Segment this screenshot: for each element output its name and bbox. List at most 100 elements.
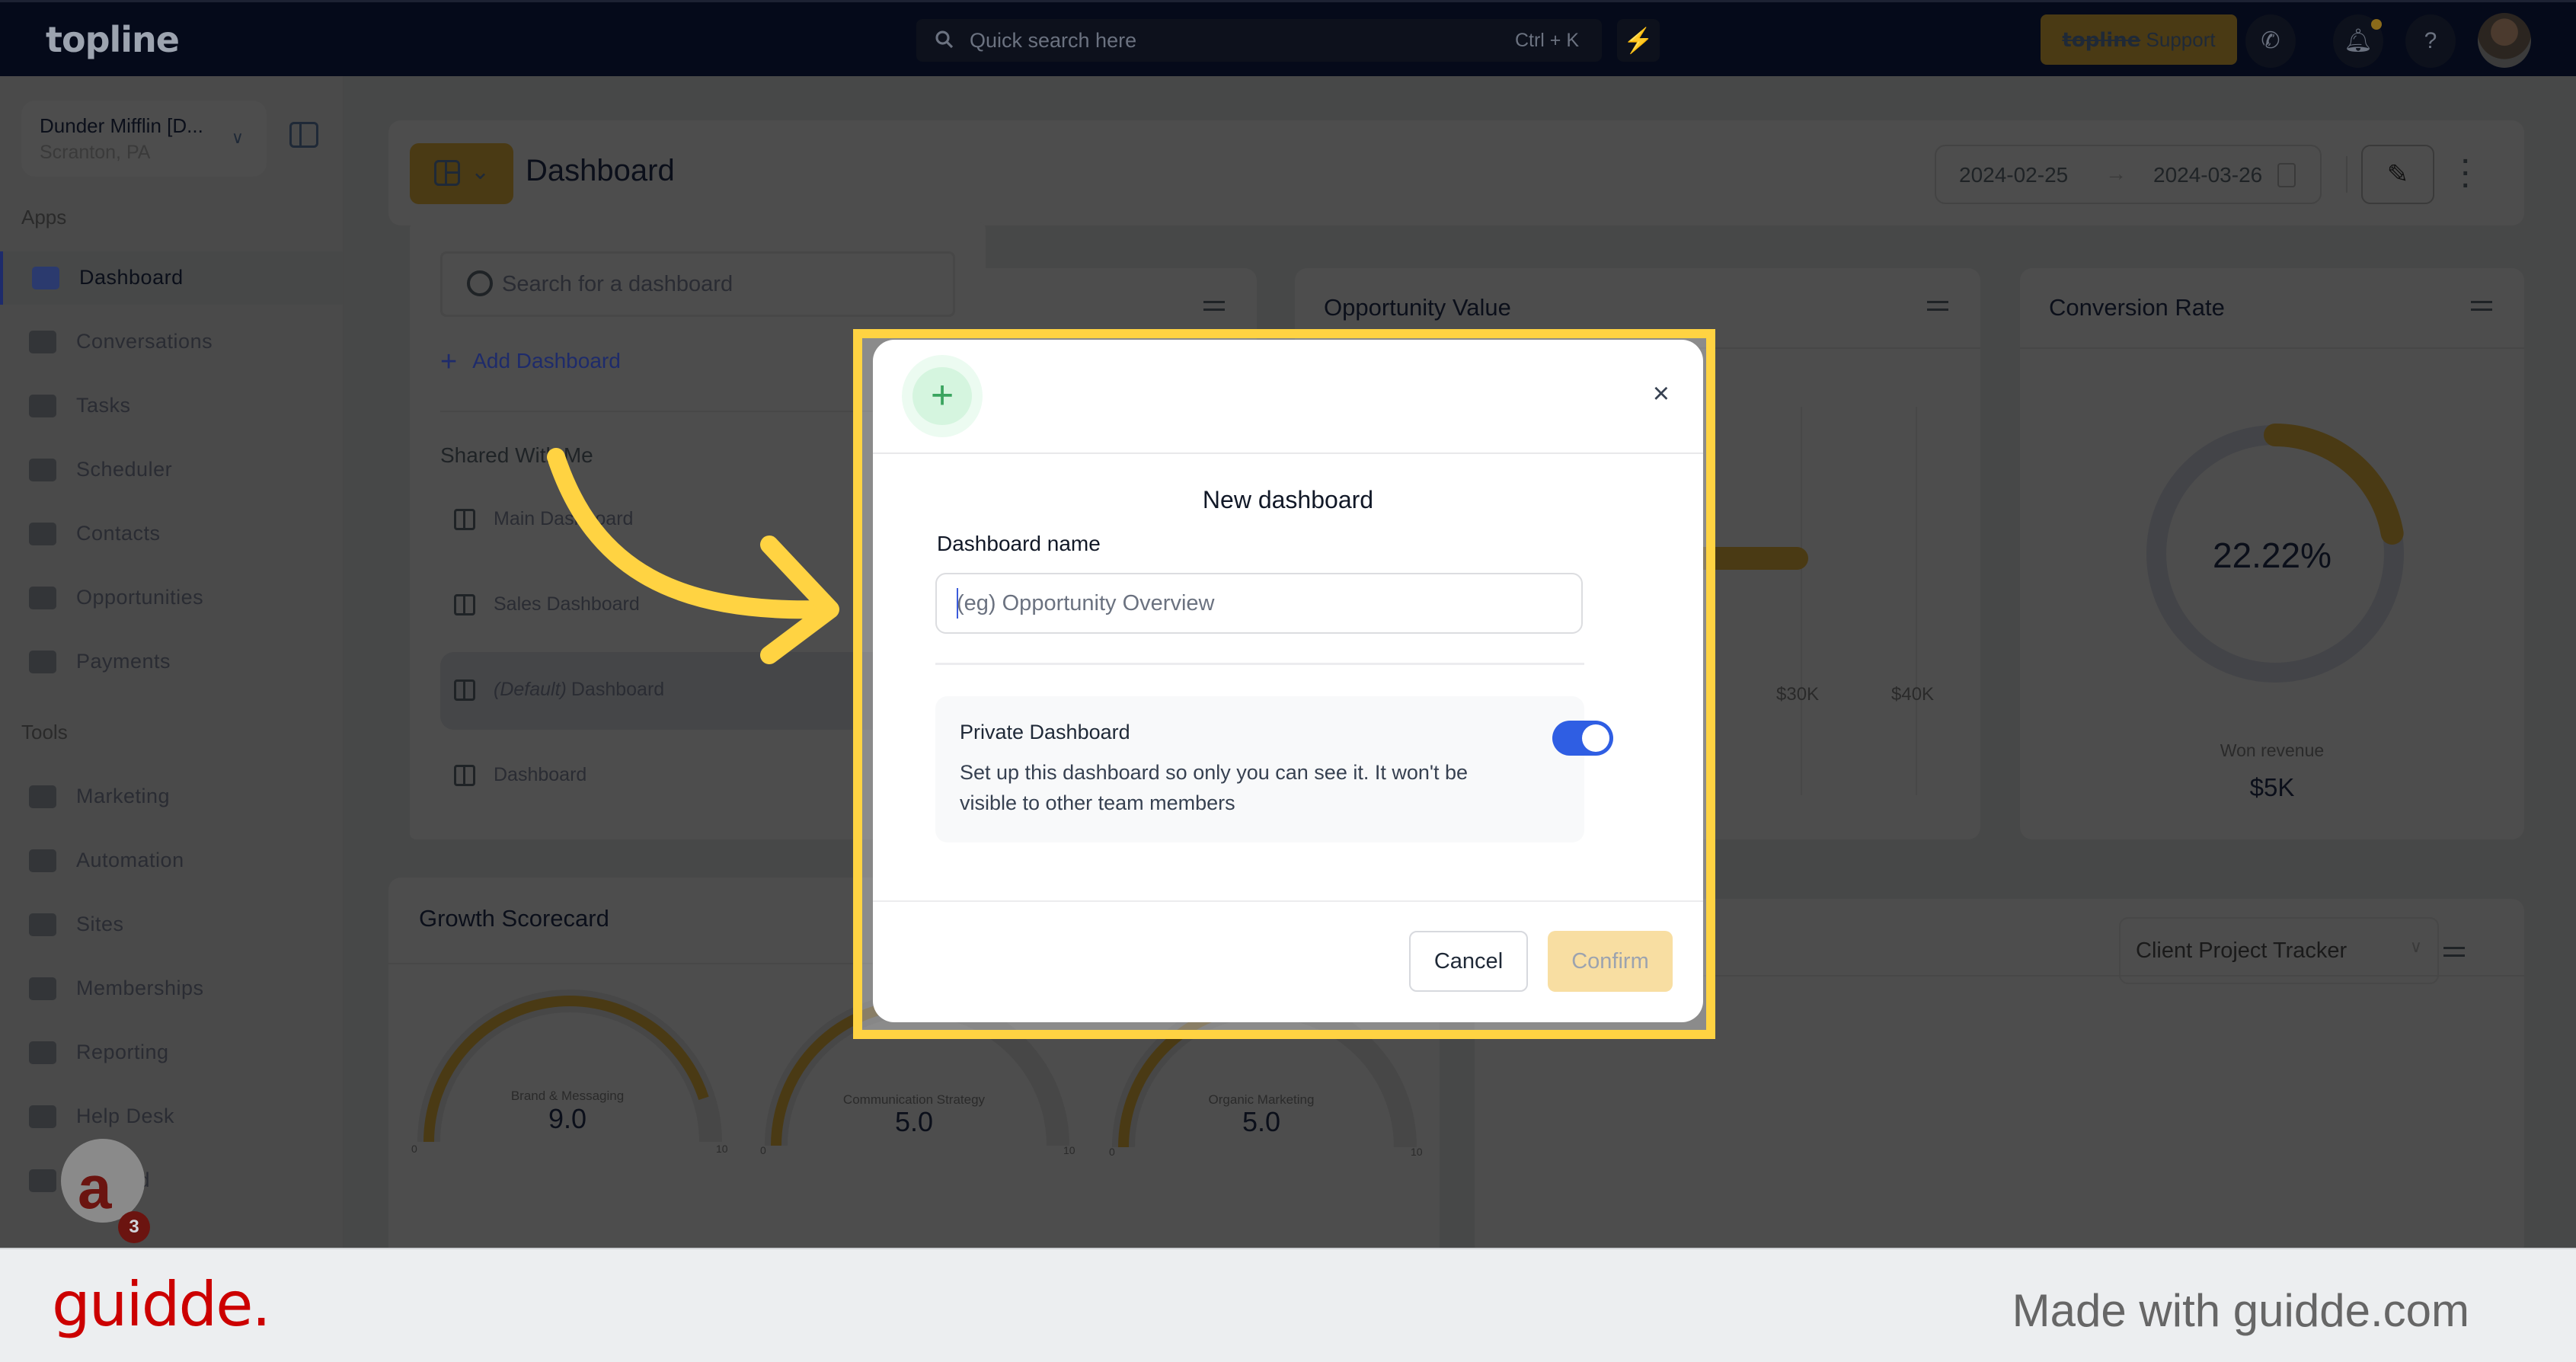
date-range-picker[interactable]: 2024-02-25 → 2024-03-26 (1935, 145, 2322, 204)
card-title: Opportunity Value (1324, 294, 1511, 321)
chevron-down-icon: ∨ (231, 128, 244, 147)
won-revenue-value: $5K (2249, 773, 2295, 801)
sidebar-item-mailfold[interactable]: Mailfold (0, 1154, 343, 1207)
help-icon[interactable]: ? (2405, 14, 2456, 68)
filter-icon[interactable] (1203, 297, 1225, 315)
guidde-tagline: Made with guidde.com (2012, 1285, 2469, 1336)
sidebar-item-label: Marketing (76, 785, 171, 807)
sidebar-item-scheduler[interactable]: Scheduler (0, 443, 343, 497)
modal-icon-ring: + (902, 355, 983, 437)
tracker-select[interactable]: Client Project Tracker ∨ (2119, 917, 2439, 984)
mail-icon (29, 1169, 56, 1192)
filter-icon[interactable] (2471, 297, 2492, 315)
confirm-button[interactable]: Confirm (1548, 931, 1673, 992)
globe-icon (29, 913, 56, 936)
filter-icon[interactable] (1927, 297, 1948, 315)
sidebar-item-label: Sites (76, 913, 124, 935)
sidebar-item-memberships[interactable]: Memberships (0, 962, 343, 1015)
axis-tick: $40K (1891, 684, 1935, 705)
chat-icon (29, 331, 56, 353)
sidebar-item-help-desk[interactable]: Help Desk (0, 1090, 343, 1143)
chat-widget-button[interactable]: a (61, 1139, 145, 1223)
search-icon (467, 270, 493, 296)
gauge-min: 0 (760, 1144, 766, 1156)
grid-line (1916, 407, 1917, 795)
sidebar-item-payments[interactable]: Payments (0, 635, 343, 689)
sidebar-item-label: Scheduler (76, 458, 173, 481)
location-switcher[interactable]: Dunder Mifflin [D... Scranton, PA ∨ (21, 101, 267, 177)
chat-badge: 3 (118, 1211, 150, 1243)
search-shortcut: Ctrl + K (1514, 30, 1579, 51)
modal-title: New dashboard (1202, 486, 1374, 513)
sidebar-item-opportunities[interactable]: Opportunities (0, 571, 343, 625)
layout-icon (454, 765, 475, 786)
user-avatar[interactable] (2478, 13, 2531, 68)
sidebar-item-sites[interactable]: Sites (0, 898, 343, 951)
bell-icon[interactable]: 🔔︎ (2333, 14, 2383, 68)
chevron-down-icon: ⌄ (471, 159, 491, 184)
private-dashboard-toggle[interactable] (1552, 721, 1613, 756)
sidebar-item-label: Help Desk (76, 1105, 175, 1127)
app-logo[interactable]: topline (46, 19, 180, 60)
grid-line (1801, 407, 1802, 795)
sidebar-item-marketing[interactable]: Marketing (0, 770, 343, 823)
sidebar-item-dashboard[interactable]: Dashboard (0, 251, 343, 305)
edit-button[interactable]: ✎ (2361, 145, 2434, 204)
pencil-icon: ✎ (2386, 160, 2409, 189)
layout-icon (454, 509, 475, 530)
add-dashboard-label: Add Dashboard (472, 349, 621, 372)
gauge-value: 5.0 (1242, 1106, 1281, 1137)
cancel-button[interactable]: Cancel (1409, 931, 1528, 992)
top-bar: topline Quick search here Ctrl + K ⚡ top… (0, 0, 2576, 76)
dashboard-switcher-button[interactable]: ⌄ (410, 143, 513, 204)
lightning-icon[interactable]: ⚡ (1617, 19, 1660, 62)
gauge-max: 10 (1063, 1144, 1075, 1156)
gauge-value: 9.0 (548, 1103, 587, 1134)
annotation-arrow (547, 448, 839, 664)
divider (2346, 156, 2347, 193)
new-dashboard-modal: + × New dashboard Dashboard name Private… (873, 340, 1703, 1022)
phone-icon[interactable]: ✆ (2245, 14, 2296, 68)
sidebar-item-conversations[interactable]: Conversations (0, 315, 343, 369)
sidebar-item-label: Reporting (76, 1041, 169, 1063)
apps-section-label: Apps (21, 206, 67, 229)
tracker-select-value: Client Project Tracker (2136, 938, 2347, 963)
dashboard-search-input[interactable]: Search for a dashboard (440, 251, 955, 317)
gauge-label: Brand & Messaging (510, 1089, 625, 1103)
sidebar-item-tasks[interactable]: Tasks (0, 379, 343, 433)
toggle-knob (1582, 724, 1609, 752)
dashboard-item-name: Dashboard (570, 679, 665, 700)
dashboard-name-label: Dashboard name (937, 532, 1101, 555)
dashboard-item-label: (Default) Dashboard (494, 679, 664, 701)
target-icon (29, 587, 56, 609)
gauge-label: Organic Marketing (1208, 1092, 1315, 1107)
quick-search[interactable]: Quick search here Ctrl + K (916, 19, 1602, 62)
tools-section-label: Tools (21, 721, 68, 743)
sidebar-collapse-icon[interactable] (289, 122, 318, 148)
divider (2020, 347, 2524, 349)
sidebar-item-label: Opportunities (76, 586, 204, 609)
more-options-icon[interactable]: · · · (2462, 149, 2470, 199)
notification-dot (2371, 19, 2382, 30)
support-button[interactable]: topline Support (2041, 14, 2237, 65)
dashboard-name-input[interactable] (935, 573, 1583, 634)
layout-icon (454, 594, 475, 615)
filter-icon[interactable] (2443, 943, 2465, 961)
close-icon[interactable]: × (1653, 378, 1670, 411)
gauge-value: 5.0 (894, 1106, 934, 1137)
private-dashboard-section: Private Dashboard Set up this dashboard … (935, 696, 1613, 842)
sidebar: Dunder Mifflin [D... Scranton, PA ∨ Apps… (0, 76, 344, 1249)
axis-tick: $30K (1776, 684, 1820, 705)
date-end[interactable]: 2024-03-26 (2153, 163, 2268, 187)
sidebar-item-label: Conversations (76, 330, 213, 353)
date-start[interactable]: 2024-02-25 (1959, 163, 2068, 187)
divider (873, 452, 1703, 454)
guidde-logo: guidde. (52, 1269, 271, 1340)
sidebar-item-reporting[interactable]: Reporting (0, 1026, 343, 1079)
sidebar-item-automation[interactable]: Automation (0, 834, 343, 887)
sidebar-item-label: Automation (76, 849, 184, 871)
sidebar-item-contacts[interactable]: Contacts (0, 507, 343, 561)
gauge-min: 0 (1109, 1146, 1115, 1158)
card-title: Growth Scorecard (419, 905, 609, 932)
add-dashboard-button[interactable]: + Add Dashboard (440, 346, 621, 379)
